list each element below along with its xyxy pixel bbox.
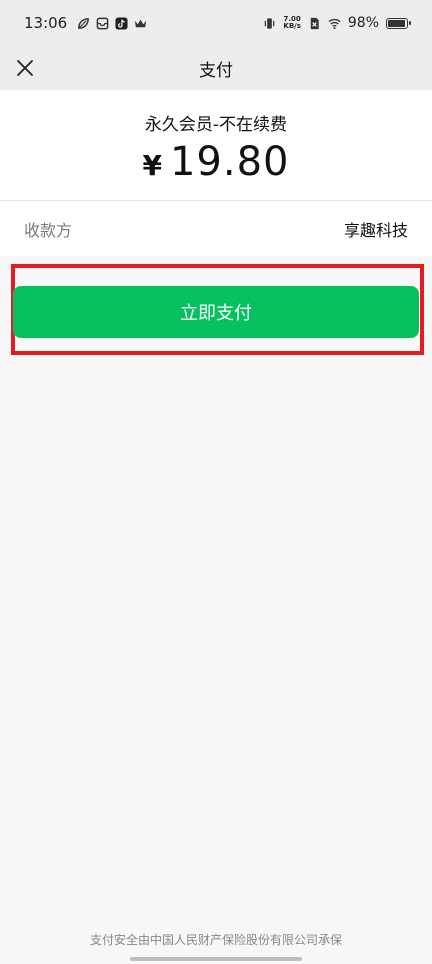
- payee-value: 享趣科技: [343, 220, 408, 240]
- battery-percent: 98%: [347, 15, 379, 31]
- payment-screen: 13:06 7.00 KB/s 98% 支付 永久会员-不在续费 ¥ 19.80…: [0, 0, 432, 964]
- insurance-note: 支付安全由中国人民财产保险股份有限公司承保: [89, 933, 342, 947]
- crown-icon: [134, 17, 147, 30]
- battery-icon: [386, 17, 411, 29]
- battery-fill: [388, 19, 405, 27]
- status-bar: 13:06 7.00 KB/s 98%: [0, 0, 432, 46]
- inbox-icon: [96, 17, 109, 30]
- sim-off-icon: [308, 17, 321, 30]
- vibrate-icon: [263, 17, 276, 30]
- pay-now-button[interactable]: 立即支付: [13, 286, 419, 338]
- tiktok-icon: [115, 16, 128, 30]
- payment-amount: 19.80: [169, 139, 290, 185]
- close-button[interactable]: [12, 55, 38, 81]
- network-speed: 7.00 KB/s: [283, 16, 300, 30]
- page-title: 支付: [199, 60, 233, 81]
- nav-bar: 支付: [0, 46, 432, 90]
- home-indicator[interactable]: [130, 957, 302, 961]
- status-time: 13:06: [24, 14, 68, 32]
- status-left: 13:06: [24, 14, 147, 32]
- leaf-icon: [77, 17, 90, 30]
- payee-label: 收款方: [24, 220, 73, 240]
- net-speed-unit: KB/s: [283, 22, 301, 30]
- currency-symbol: ¥: [142, 149, 162, 182]
- payee-row: 收款方 享趣科技: [0, 201, 432, 256]
- wifi-icon: [328, 17, 341, 30]
- close-icon: [17, 60, 33, 76]
- price-row: ¥ 19.80: [0, 139, 432, 185]
- product-name: 永久会员-不在续费: [144, 115, 288, 135]
- amount-card: 永久会员-不在续费 ¥ 19.80: [0, 90, 432, 200]
- status-right: 7.00 KB/s 98%: [263, 15, 411, 31]
